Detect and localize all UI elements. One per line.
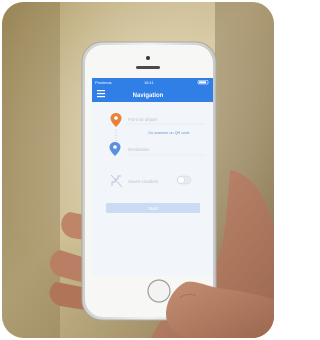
toggle-label: Suivre escaliers: [128, 179, 158, 184]
home-button[interactable]: [147, 279, 171, 303]
carrier-text: Proximus: [95, 80, 112, 85]
nav-title: Navigation: [133, 93, 164, 99]
start-button-label: Start: [148, 206, 158, 211]
time-text: 15:11: [144, 80, 154, 85]
start-input[interactable]: Point de départ: [128, 117, 158, 122]
hamburger-menu-icon[interactable]: [97, 90, 105, 98]
destination-input[interactable]: Destination: [128, 147, 150, 152]
earpiece: [136, 66, 160, 69]
stairs-toggle[interactable]: [176, 175, 192, 185]
qr-scan-link[interactable]: Ou scannez un QR code: [148, 131, 190, 135]
front-camera: [146, 56, 150, 60]
screen: [92, 78, 213, 276]
photo-scene: Proximus 15:11 Navigation Point de dépar…: [2, 2, 274, 338]
